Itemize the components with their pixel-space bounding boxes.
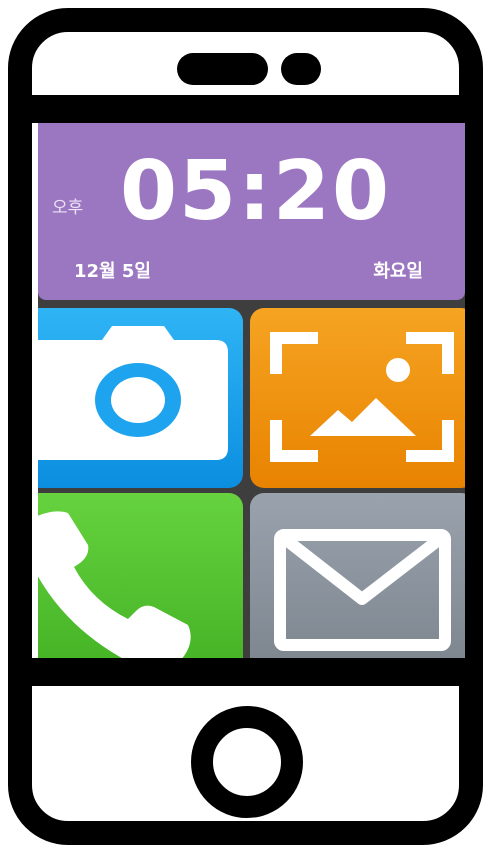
front-camera-dot	[281, 53, 321, 85]
clock-widget: 오후 05:20 12월 5일 화요일	[38, 123, 465, 300]
camera-icon	[38, 326, 228, 460]
mail-icon	[274, 529, 451, 651]
earpiece-speaker	[177, 53, 268, 85]
phone-icon	[38, 511, 191, 658]
camera-app-tile[interactable]	[38, 308, 243, 488]
ampm-label: 오후	[52, 198, 84, 218]
home-button[interactable]	[191, 706, 303, 818]
bottom-bezel	[32, 658, 462, 686]
weekday-label: 화요일	[373, 261, 423, 282]
phone-screen: 오후 05:20 12월 5일 화요일	[38, 123, 465, 658]
phone-app-tile[interactable]	[38, 493, 243, 658]
clock-time: 05:20	[120, 144, 392, 239]
date-label: 12월 5일	[74, 261, 151, 282]
top-bezel	[32, 95, 462, 123]
mail-app-tile[interactable]	[250, 493, 465, 658]
gallery-icon	[270, 332, 454, 462]
gallery-app-tile[interactable]	[250, 308, 465, 488]
